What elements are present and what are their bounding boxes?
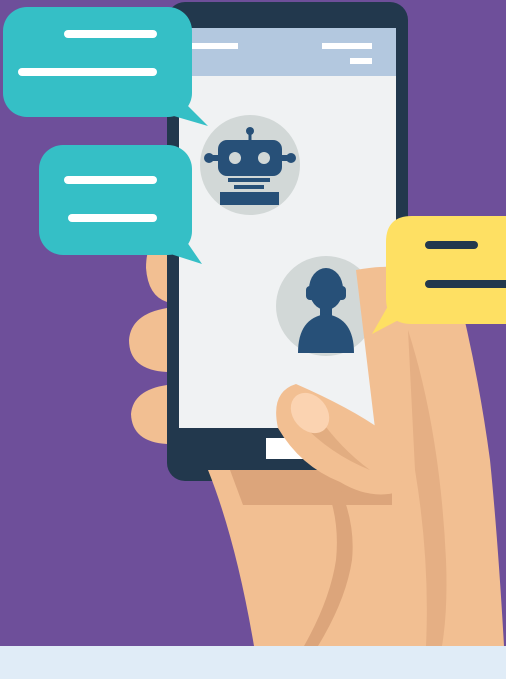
- header-line: [190, 43, 238, 49]
- chatbot-illustration: [0, 0, 506, 679]
- scene: [3, 2, 506, 646]
- finger: [131, 385, 167, 444]
- speech-bubble-icon: [372, 216, 506, 334]
- speech-bubble-icon: [39, 145, 202, 264]
- robot-icon: [200, 115, 300, 215]
- header-line: [322, 43, 372, 49]
- screen-header: [179, 28, 396, 76]
- speech-bubble-icon: [3, 7, 208, 126]
- phone-screen: [179, 28, 396, 428]
- finger: [129, 308, 167, 372]
- header-line: [350, 58, 372, 64]
